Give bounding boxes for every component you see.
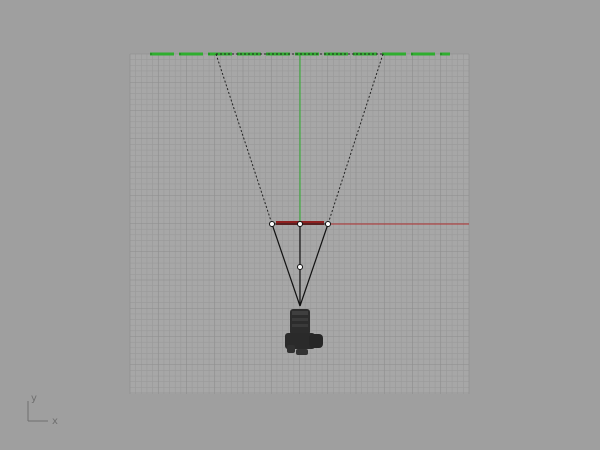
grip-lens[interactable] [297, 264, 303, 270]
top-viewport[interactable]: y x [0, 0, 600, 450]
grip-left[interactable] [269, 221, 275, 227]
axis-icon [27, 401, 48, 422]
grip-center[interactable] [297, 221, 303, 227]
grip-right[interactable] [325, 221, 331, 227]
viewport-canvas[interactable] [0, 0, 600, 450]
